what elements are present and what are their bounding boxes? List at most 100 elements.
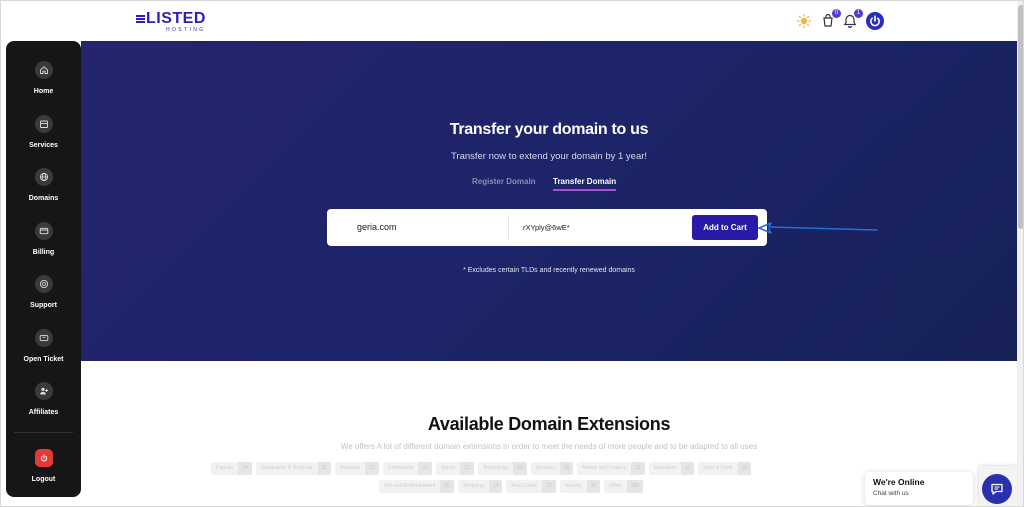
field-divider bbox=[508, 215, 509, 240]
logout-power-icon bbox=[34, 449, 53, 467]
hero-subtitle: Transfer now to extend your domain by 1 … bbox=[450, 151, 648, 162]
sidebar-item-open-ticket[interactable]: Open Ticket bbox=[6, 329, 81, 377]
chat-status: We're Online bbox=[873, 477, 925, 487]
notification-count-badge: 1 bbox=[854, 9, 863, 18]
extension-category-count: 100 bbox=[626, 480, 643, 493]
globe-icon bbox=[34, 168, 53, 186]
sidebar-item-label: Billing bbox=[32, 249, 55, 256]
extension-category-name: Sports bbox=[440, 465, 456, 471]
extension-category-count: 18 bbox=[559, 462, 574, 475]
ticket-icon bbox=[34, 329, 53, 347]
extension-category-pill[interactable]: Sports 15 bbox=[435, 462, 474, 475]
extension-category-count: 15 bbox=[737, 462, 752, 475]
add-to-cart-button[interactable]: Add to Cart bbox=[692, 215, 758, 240]
credit-card-icon bbox=[34, 222, 53, 240]
live-chat-card[interactable]: We're Online Chat with us bbox=[865, 472, 973, 505]
extension-category-name: Community bbox=[387, 465, 414, 471]
power-icon bbox=[870, 15, 880, 27]
cart-count-badge: 0 bbox=[832, 9, 841, 18]
sidebar-item-label: Support bbox=[30, 302, 57, 309]
extension-category-count: 21 bbox=[418, 462, 432, 475]
sidebar-item-services[interactable]: Services bbox=[6, 115, 81, 163]
domain-input[interactable] bbox=[357, 209, 507, 246]
extension-category-name: Other bbox=[609, 483, 622, 489]
extension-category-count: 23 bbox=[513, 462, 527, 475]
logo-subtext: HOSTING bbox=[166, 27, 206, 33]
logout-label: Logout bbox=[31, 476, 56, 483]
extension-category-pill[interactable]: Novelty 30 bbox=[559, 480, 601, 493]
chat-launcher-button[interactable] bbox=[982, 474, 1012, 504]
top-header: LISTED HOSTING 0 1 bbox=[1, 1, 1017, 41]
theme-toggle-sun-icon[interactable] bbox=[796, 13, 812, 29]
scrollbar-thumb[interactable] bbox=[1018, 5, 1023, 229]
notification-bell-icon[interactable]: 1 bbox=[842, 9, 863, 29]
sidebar-item-label: Home bbox=[33, 88, 54, 95]
extension-category-count: 15 bbox=[542, 480, 556, 493]
extension-category-pill[interactable]: Money and Finance 21 bbox=[577, 462, 645, 475]
extension-category-name: Technology bbox=[482, 465, 509, 471]
extension-row: Popular 24 Geographic & Regional 51 Business… bbox=[211, 462, 752, 475]
sidebar-item-home[interactable]: Home bbox=[6, 61, 81, 109]
arrow-annotation-icon bbox=[758, 222, 878, 234]
extension-category-name: Services bbox=[535, 465, 555, 471]
support-icon bbox=[34, 275, 53, 293]
sidebar-item-support[interactable]: Support bbox=[6, 275, 81, 323]
extension-category-pill[interactable]: Shopping 14 bbox=[457, 480, 503, 493]
sidebar-item-billing[interactable]: Billing bbox=[6, 222, 81, 270]
extension-category-count: 30 bbox=[586, 480, 601, 493]
sidebar-divider bbox=[14, 432, 73, 433]
extension-category-name: Shopping bbox=[462, 483, 484, 489]
extension-category-pill[interactable]: Food & Drink 15 bbox=[698, 462, 752, 475]
logout-button[interactable]: Logout bbox=[6, 449, 81, 497]
box-icon bbox=[34, 115, 53, 133]
chat-bubble-icon bbox=[991, 483, 1003, 495]
extension-category-pill[interactable]: Popular 24 bbox=[211, 462, 252, 475]
extension-category-name: Money and Finance bbox=[582, 465, 627, 471]
extensions-subtitle: We offers A lot of different domain exte… bbox=[340, 442, 758, 451]
extension-category-pill[interactable]: Real Estate 15 bbox=[506, 480, 556, 493]
extension-category-pill[interactable]: Community 21 bbox=[382, 462, 432, 475]
extension-category-name: Popular bbox=[216, 465, 234, 471]
tld-exclusion-note: * Excludes certain TLDs and recently ren… bbox=[463, 267, 635, 274]
chat-prompt: Chat with us bbox=[873, 490, 909, 497]
extension-category-count: 11 bbox=[681, 462, 695, 475]
page-scrollbar[interactable] bbox=[1017, 1, 1023, 506]
tab-transfer-domain[interactable]: Transfer Domain bbox=[553, 177, 617, 191]
sidebar-item-label: Services bbox=[29, 142, 58, 149]
user-plus-icon bbox=[34, 382, 53, 400]
extension-category-pill[interactable]: Education 11 bbox=[648, 462, 695, 475]
hero-title: Transfer your domain to us bbox=[449, 121, 649, 138]
sidebar-item-label: Affiliates bbox=[28, 409, 59, 416]
epp-code-input[interactable] bbox=[523, 209, 683, 246]
sidebar-nav: Home Services Domains Billing Support Op… bbox=[6, 41, 81, 497]
cart-icon[interactable]: 0 bbox=[820, 9, 841, 29]
sidebar-item-affiliates[interactable]: Affiliates bbox=[6, 382, 81, 430]
extension-category-pill[interactable]: Geographic & Regional 51 bbox=[255, 462, 332, 475]
extension-category-pill[interactable]: Business 27 bbox=[335, 462, 379, 475]
extension-category-pill[interactable]: Other 100 bbox=[604, 480, 643, 493]
brand-logo[interactable]: LISTED HOSTING bbox=[136, 10, 208, 34]
extension-category-count: 21 bbox=[631, 462, 645, 475]
extension-category-name: Novelty bbox=[564, 483, 582, 489]
extension-category-name: Real Estate bbox=[511, 483, 538, 489]
extension-category-count: 15 bbox=[460, 462, 474, 475]
extension-category-count: 27 bbox=[365, 462, 379, 475]
logo-lines-icon bbox=[136, 15, 145, 23]
logo-text: LISTED bbox=[146, 10, 206, 27]
tab-register-domain[interactable]: Register Domain bbox=[472, 177, 536, 186]
sidebar-item-domains[interactable]: Domains bbox=[6, 168, 81, 216]
extension-category-pill[interactable]: Services 18 bbox=[530, 462, 574, 475]
extension-category-name: Geographic & Regional bbox=[260, 465, 313, 471]
extension-category-name: Food & Drink bbox=[703, 465, 733, 471]
extensions-title: Available Domain Extensions bbox=[427, 414, 671, 434]
extension-category-pill[interactable]: Technology 23 bbox=[477, 462, 527, 475]
sidebar-item-label: Domains bbox=[28, 195, 59, 202]
transfer-form: Add to Cart bbox=[327, 209, 767, 246]
page: LISTED HOSTING 0 1 Home Services Domains… bbox=[0, 0, 1024, 507]
transfer-hero: Transfer your domain to us Transfer now … bbox=[81, 41, 1017, 361]
account-power-button[interactable] bbox=[866, 12, 884, 30]
extension-category-count: 14 bbox=[488, 480, 503, 493]
extension-row: Arts and Entertainment 26 Shopping 14 Real E… bbox=[379, 480, 643, 493]
extension-category-name: Business bbox=[340, 465, 361, 471]
extension-category-pill[interactable]: Arts and Entertainment 26 bbox=[379, 480, 454, 493]
